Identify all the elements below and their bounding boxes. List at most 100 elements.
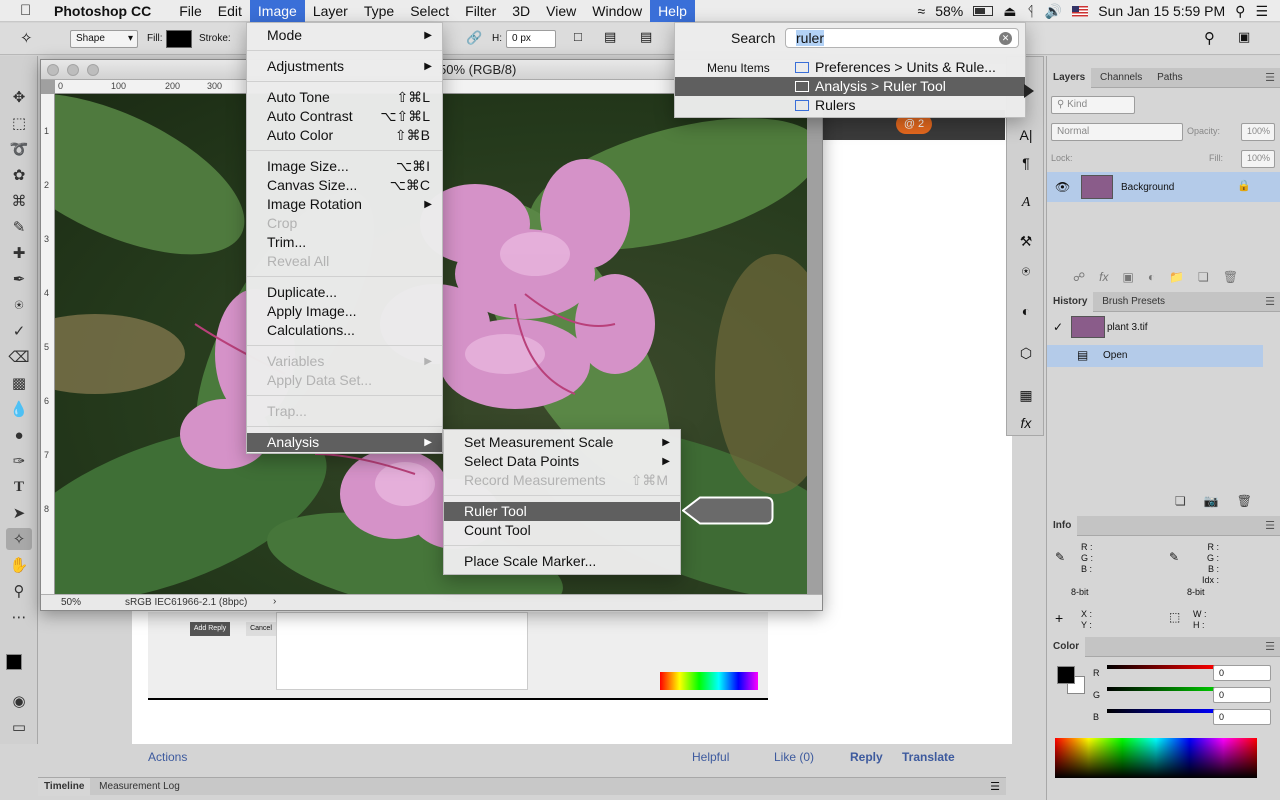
help-result-analysis-ruler-tool[interactable]: Analysis > Ruler Tool (675, 77, 1025, 96)
menu-item-count-tool[interactable]: Count Tool (444, 521, 680, 540)
fill-swatch[interactable] (166, 30, 192, 48)
reply-link[interactable]: Reply (850, 750, 883, 764)
tab-measurement-log[interactable]: Measurement Log (93, 778, 186, 796)
screen-mode-icon[interactable]: ▭ (6, 716, 32, 738)
swatches-grid-icon[interactable]: ▦ (1013, 383, 1039, 407)
clone-source-icon[interactable]: ⍟ (1013, 259, 1039, 283)
quick-mask-icon[interactable]: ◉ (6, 690, 32, 712)
wifi-icon[interactable]: ≈ (918, 3, 926, 19)
helpful-link[interactable]: Helpful (692, 750, 729, 764)
snapshot-camera-icon[interactable]: 📷 (1204, 494, 1219, 508)
menu-item-ruler-tool[interactable]: Ruler Tool (444, 502, 680, 521)
quick-selection-tool-icon[interactable]: ✿ (6, 164, 32, 186)
tab-color[interactable]: Color (1047, 637, 1086, 657)
menu-3d[interactable]: 3D (504, 0, 538, 22)
fill-input[interactable]: 100% (1241, 150, 1275, 168)
foreground-color-swatch[interactable] (6, 654, 22, 670)
history-snapshot-row[interactable]: ✓ plant 3.tif (1047, 314, 1280, 342)
menu-item-duplicate[interactable]: Duplicate... (247, 283, 442, 302)
paragraph-panel-icon[interactable]: ¶ (1013, 151, 1039, 175)
healing-brush-tool-icon[interactable]: ✚ (6, 242, 32, 264)
menu-layer[interactable]: Layer (305, 0, 356, 22)
3d-panel-icon[interactable]: ⬡ (1013, 341, 1039, 365)
bluetooth-icon[interactable]: ᛩ (1026, 3, 1034, 19)
tab-timeline[interactable]: Timeline (38, 778, 91, 796)
zoom-window-button[interactable] (87, 64, 99, 76)
help-result-rulers[interactable]: Rulers (791, 96, 1025, 115)
like-link[interactable]: Like (0) (774, 750, 814, 764)
volume-icon[interactable]: 🔊 (1045, 3, 1062, 20)
path-selection-tool-icon[interactable]: ➤ (6, 502, 32, 524)
clone-stamp-tool-icon[interactable]: ⍟ (6, 294, 32, 316)
menu-item-image-rotation[interactable]: Image Rotation ▶ (247, 195, 442, 214)
input-source-flag-icon[interactable] (1072, 5, 1089, 17)
panel-menu-icon[interactable]: ☰ (1265, 640, 1275, 653)
visibility-eye-icon[interactable]: 👁 (1055, 180, 1070, 194)
menu-item-image-size[interactable]: Image Size... ⌥⌘I (247, 157, 442, 176)
cancel-button[interactable]: Cancel (246, 622, 276, 636)
help-search-input[interactable]: ruler ✕ (785, 28, 1019, 48)
close-window-button[interactable] (47, 64, 59, 76)
workspace-icon[interactable]: ▣ (1238, 29, 1250, 45)
clear-search-icon[interactable]: ✕ (999, 32, 1012, 45)
help-result-preferences-units[interactable]: Preferences > Units & Rule... (791, 58, 1025, 77)
path-operations-icon[interactable]: □ (574, 29, 582, 44)
menu-item-analysis[interactable]: Analysis ▶ (247, 433, 442, 452)
glyphs-panel-icon[interactable]: A (1013, 191, 1039, 215)
menu-select[interactable]: Select (402, 0, 457, 22)
add-reply-button[interactable]: Add Reply (190, 622, 230, 636)
red-value-input[interactable]: 0 (1213, 665, 1271, 681)
search-icon[interactable]: ⚲ (1204, 29, 1215, 47)
link-layers-icon[interactable]: ☍ (1073, 270, 1085, 284)
delete-layer-icon[interactable]: 🗑 (1223, 270, 1238, 284)
menu-image[interactable]: Image (249, 0, 305, 22)
menu-window[interactable]: Window (584, 0, 650, 22)
status-arrow-icon[interactable]: › (273, 596, 276, 607)
menu-help[interactable]: Help (650, 0, 695, 22)
delete-state-icon[interactable]: 🗑 (1237, 494, 1252, 508)
history-brush-tool-icon[interactable]: ✓ (6, 320, 32, 342)
shape-mode-select[interactable]: Shape ▾ (70, 30, 138, 48)
height-input[interactable]: 0 px (506, 30, 556, 48)
red-slider[interactable] (1107, 665, 1217, 669)
adjustment-layer-icon[interactable]: ◐ (1148, 270, 1155, 284)
actions-link[interactable]: Actions (148, 750, 187, 764)
eject-icon[interactable]: ⏏ (1003, 3, 1016, 20)
path-alignment-icon[interactable]: ▤ (604, 29, 616, 45)
translate-link[interactable]: Translate (902, 750, 955, 764)
new-layer-icon[interactable]: ❏ (1198, 270, 1209, 284)
history-brush-icon[interactable]: ✓ (1053, 320, 1063, 334)
zoom-level[interactable]: 50% (61, 597, 81, 608)
menu-edit[interactable]: Edit (210, 0, 250, 22)
history-state-row[interactable]: ▤ Open (1047, 345, 1263, 367)
dodge-tool-icon[interactable]: ● (6, 424, 32, 446)
menu-item-canvas-size[interactable]: Canvas Size... ⌥⌘C (247, 176, 442, 195)
menu-item-auto-tone[interactable]: Auto Tone ⇧⌘L (247, 88, 442, 107)
new-document-from-state-icon[interactable]: ❏ (1175, 494, 1186, 508)
menu-item-place-scale-marker[interactable]: Place Scale Marker... (444, 552, 680, 571)
panel-menu-icon[interactable]: ☰ (990, 780, 1000, 793)
color-spectrum-ramp[interactable] (1055, 738, 1257, 778)
eyedropper-tool-icon[interactable]: ✎ (6, 216, 32, 238)
custom-shape-tool-icon[interactable]: ✧ (6, 528, 32, 550)
tab-paths[interactable]: Paths (1151, 68, 1189, 88)
menu-item-adjustments[interactable]: Adjustments ▶ (247, 57, 442, 76)
adjustments-panel-icon[interactable]: ◐ (1013, 299, 1039, 323)
marquee-tool-icon[interactable]: ⬚ (6, 112, 32, 134)
panel-menu-icon[interactable]: ☰ (1265, 295, 1275, 308)
link-icon[interactable]: 🔗 (466, 30, 482, 46)
blue-slider[interactable] (1107, 709, 1217, 713)
foreground-color-chip[interactable] (1057, 666, 1075, 684)
blue-value-input[interactable]: 0 (1213, 709, 1271, 725)
new-group-icon[interactable]: 📁 (1169, 270, 1184, 284)
menu-view[interactable]: View (538, 0, 584, 22)
menu-item-set-measurement-scale[interactable]: Set Measurement Scale ▶ (444, 433, 680, 452)
panel-menu-icon[interactable]: ☰ (1265, 519, 1275, 532)
crop-tool-icon[interactable]: ⌘ (6, 190, 32, 212)
character-panel-icon[interactable]: A| (1013, 123, 1039, 147)
tab-layers[interactable]: Layers (1047, 68, 1092, 88)
eraser-tool-icon[interactable]: ⌫ (6, 346, 32, 368)
hand-tool-icon[interactable]: ✋ (6, 554, 32, 576)
actions-fx-icon[interactable]: fx (1013, 411, 1039, 435)
layer-style-fx-icon[interactable]: fx (1099, 270, 1108, 284)
